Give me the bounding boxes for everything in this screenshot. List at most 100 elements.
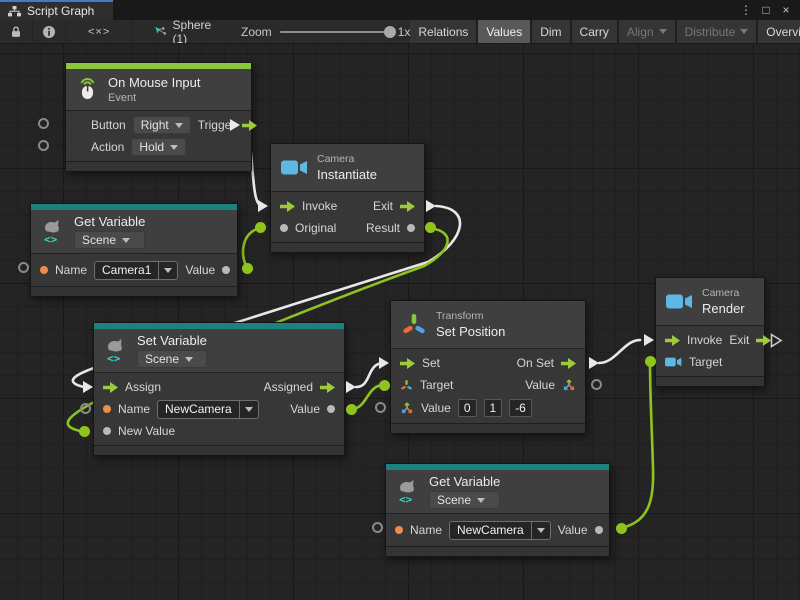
- variable-icon: <>: [104, 338, 128, 364]
- value-out-marker-result[interactable]: [425, 222, 436, 233]
- node-footer: [391, 423, 585, 433]
- node-footer: [94, 445, 344, 455]
- value-out-marker-camera1[interactable]: [242, 263, 253, 274]
- unconnected-port-getvar-name[interactable]: [18, 262, 29, 273]
- dim-button[interactable]: Dim: [532, 20, 569, 44]
- flow-in-marker-assign[interactable]: [83, 381, 93, 393]
- value-port-icon[interactable]: [595, 526, 603, 534]
- unconnected-port-button[interactable]: [38, 118, 49, 129]
- flow-port-icon[interactable]: [561, 358, 576, 369]
- string-port-icon[interactable]: [395, 526, 403, 534]
- value-in-marker-new-value[interactable]: [79, 426, 90, 437]
- scope-dropdown[interactable]: Scene: [429, 491, 500, 509]
- unconnected-port-position-value-out[interactable]: [591, 379, 602, 390]
- maximize-icon[interactable]: □: [758, 3, 774, 17]
- value-out-marker-newcamera[interactable]: [616, 523, 627, 534]
- value-port-icon[interactable]: [327, 405, 335, 413]
- align-button[interactable]: Align: [619, 20, 675, 44]
- info-button[interactable]: [33, 20, 66, 44]
- unconnected-flow-out-render-exit[interactable]: [770, 333, 783, 348]
- button-dropdown[interactable]: Right: [133, 116, 191, 134]
- unconnected-port-action[interactable]: [38, 140, 49, 151]
- node-get-variable-camera1[interactable]: <> Get Variable Scene Name Camera1 Value: [30, 203, 238, 297]
- action-dropdown-value: Hold: [139, 140, 164, 154]
- port-row-name-value: Name NewCamera Value: [386, 518, 609, 542]
- zoom-slider[interactable]: [280, 31, 390, 33]
- vector-z-field[interactable]: -6: [509, 399, 532, 417]
- flow-port-icon[interactable]: [665, 335, 680, 346]
- values-button[interactable]: Values: [478, 20, 530, 44]
- vector3-port-icon[interactable]: [562, 378, 576, 392]
- caret-down-icon: [185, 357, 193, 362]
- node-set-position[interactable]: Transform Set Position Set On Set Targe: [390, 300, 586, 434]
- caret-down-icon: [122, 238, 130, 243]
- string-port-icon[interactable]: [40, 266, 48, 274]
- menu-icon[interactable]: ⋮: [738, 3, 754, 17]
- value-out-marker-setvar-value[interactable]: [346, 404, 357, 415]
- flow-out-marker-trigger[interactable]: [230, 119, 240, 131]
- unconnected-port-getvar2-name[interactable]: [372, 522, 383, 533]
- caret-down-icon: [170, 145, 178, 150]
- graph-breadcrumb[interactable]: Sphere (1): [155, 20, 215, 44]
- flow-port-icon[interactable]: [400, 201, 415, 212]
- action-dropdown[interactable]: Hold: [131, 138, 186, 156]
- carry-button[interactable]: Carry: [572, 20, 617, 44]
- flow-out-marker-onset[interactable]: [589, 357, 599, 369]
- tab-script-graph[interactable]: Script Graph: [0, 0, 113, 20]
- flow-in-marker-set[interactable]: [379, 357, 389, 369]
- value-in-marker-target[interactable]: [379, 380, 390, 391]
- node-camera-instantiate[interactable]: Camera Instantiate Invoke Exit Original …: [270, 143, 425, 253]
- node-set-variable[interactable]: <> Set Variable Scene Assign Assigned: [93, 322, 345, 456]
- close-icon[interactable]: ×: [778, 3, 794, 17]
- relations-button[interactable]: Relations: [410, 20, 476, 44]
- node-footer: [271, 242, 424, 252]
- dropdown-arrow[interactable]: [239, 401, 258, 418]
- flow-port-icon[interactable]: [242, 120, 257, 131]
- camera-port-icon[interactable]: [665, 356, 682, 368]
- value-out-port-label: Value: [525, 378, 555, 392]
- flow-port-icon[interactable]: [103, 382, 118, 393]
- distribute-button[interactable]: Distribute: [677, 20, 757, 44]
- value-port-icon[interactable]: [280, 224, 288, 232]
- value-in-marker-render-target[interactable]: [645, 356, 656, 367]
- flow-out-marker-assigned[interactable]: [346, 381, 356, 393]
- value-port-icon[interactable]: [103, 427, 111, 435]
- overview-button[interactable]: Overview: [758, 20, 800, 44]
- vector3-port-icon[interactable]: [400, 401, 414, 415]
- code-view-button[interactable]: <×>: [66, 20, 133, 44]
- flow-out-marker-exit[interactable]: [426, 200, 436, 212]
- value-in-marker-original[interactable]: [255, 222, 266, 233]
- node-on-mouse-input[interactable]: On Mouse Input Event Button Right Trigge…: [65, 62, 252, 172]
- value-port-icon[interactable]: [222, 266, 230, 274]
- assign-port-label: Assign: [125, 380, 161, 394]
- zoom-slider-handle[interactable]: [384, 26, 396, 38]
- flow-port-icon[interactable]: [280, 201, 295, 212]
- variable-name-dropdown[interactable]: NewCamera: [157, 400, 259, 419]
- set-port-label: Set: [422, 356, 440, 370]
- node-get-variable-newcamera[interactable]: <> Get Variable Scene Name NewCamera Val: [385, 463, 610, 557]
- node-camera-render[interactable]: Camera Render Invoke Exit Target: [655, 277, 765, 387]
- value-in-port-label: Value: [421, 401, 451, 415]
- vector-x-field[interactable]: 0: [458, 399, 477, 417]
- unconnected-port-position-value-in[interactable]: [375, 402, 386, 413]
- value-port-icon[interactable]: [407, 224, 415, 232]
- scope-dropdown[interactable]: Scene: [74, 231, 145, 249]
- dropdown-arrow[interactable]: [531, 522, 550, 539]
- dropdown-arrow[interactable]: [158, 262, 177, 279]
- variable-name-dropdown[interactable]: Camera1: [94, 261, 178, 280]
- string-port-icon[interactable]: [103, 405, 111, 413]
- port-row-name-value: Name Camera1 Value: [31, 258, 237, 282]
- variable-name-dropdown[interactable]: NewCamera: [449, 521, 551, 540]
- name-port-label: Name: [55, 263, 87, 277]
- vector-y-field[interactable]: 1: [484, 399, 503, 417]
- unconnected-port-setvar-name[interactable]: [80, 403, 91, 414]
- lock-button[interactable]: [0, 20, 33, 44]
- flow-port-icon[interactable]: [400, 358, 415, 369]
- scope-dropdown[interactable]: Scene: [137, 350, 207, 368]
- transform-port-icon[interactable]: [400, 379, 413, 392]
- flow-in-marker-render-invoke[interactable]: [644, 334, 654, 346]
- flow-port-icon[interactable]: [320, 382, 335, 393]
- port-row-target: Target Value: [391, 374, 585, 396]
- flow-in-marker-invoke[interactable]: [258, 200, 268, 212]
- port-row-invoke-exit: Invoke Exit: [271, 195, 424, 217]
